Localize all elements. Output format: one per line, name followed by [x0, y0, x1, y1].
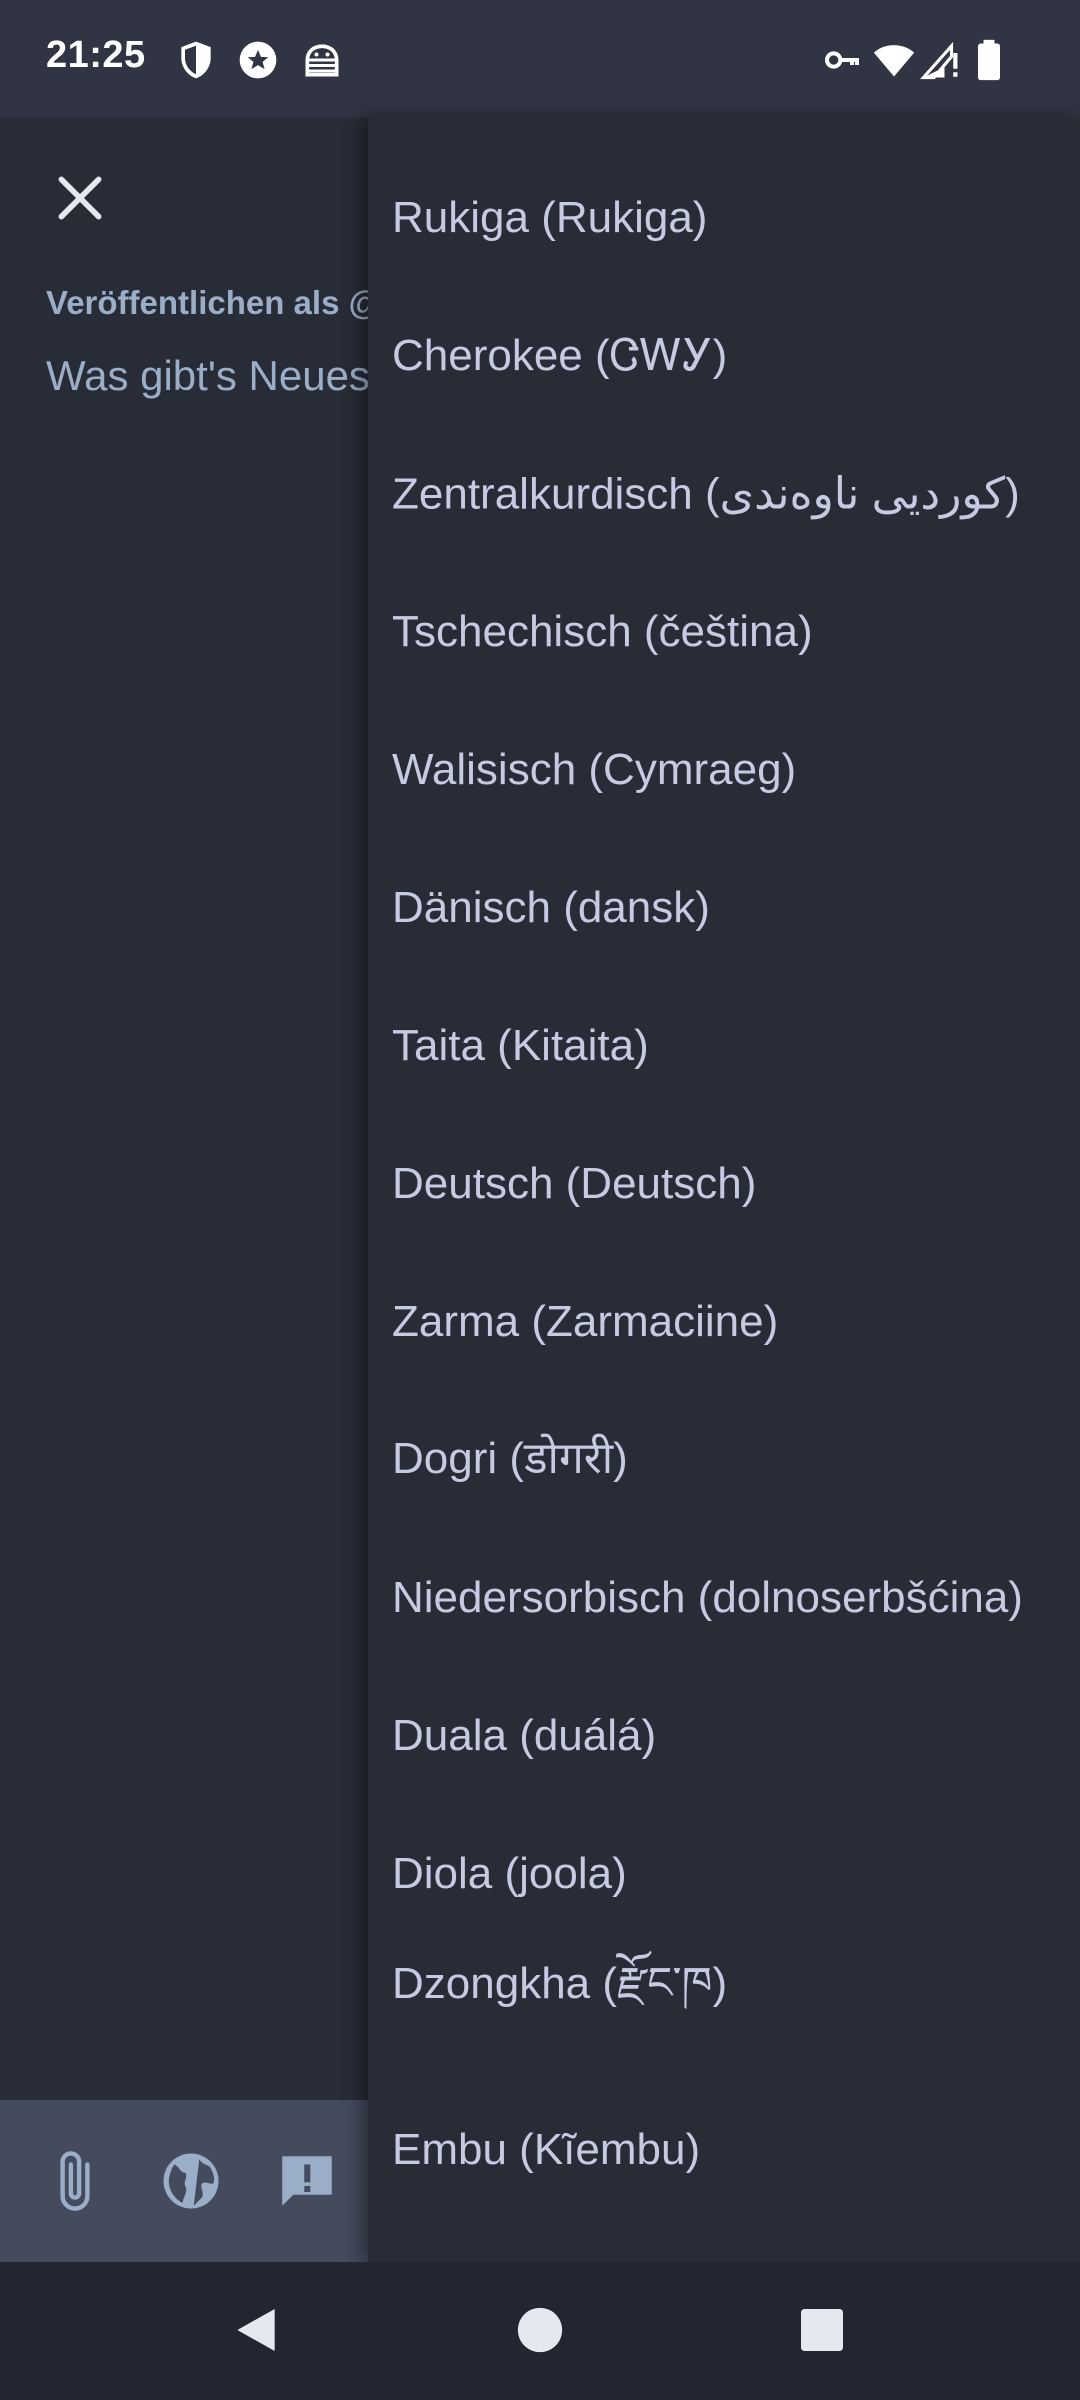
language-option[interactable]: Dänisch (dansk)	[392, 883, 710, 933]
language-option[interactable]: Deutsch (Deutsch)	[392, 1159, 756, 1209]
home-icon[interactable]	[512, 2302, 568, 2358]
close-icon[interactable]	[52, 170, 108, 226]
shield-icon	[174, 38, 218, 82]
recents-icon[interactable]	[794, 2302, 850, 2358]
language-option[interactable]: Walisisch (Cymraeg)	[392, 745, 796, 795]
language-option[interactable]: Zarma (Zarmaciine)	[392, 1297, 778, 1347]
vpn-key-icon	[822, 38, 862, 82]
language-option[interactable]: Duala (duálá)	[392, 1711, 656, 1761]
language-option[interactable]: Dogri (डोगरी)	[392, 1426, 628, 1486]
android-debug-icon	[300, 38, 344, 82]
language-option[interactable]: Diola (joola)	[392, 1849, 627, 1899]
attach-icon[interactable]	[42, 2148, 108, 2214]
wifi-icon	[870, 38, 918, 82]
content-warning-icon[interactable]	[274, 2148, 340, 2214]
screen: 21:25 Veröffentlichen als @ Was gibt's N…	[0, 0, 1080, 2400]
publish-as-label: Veröffentlichen als @	[46, 284, 381, 321]
signal-icon	[919, 38, 962, 82]
compose-text-input[interactable]: Was gibt's Neues?	[46, 352, 393, 400]
status-time: 21:25	[46, 34, 146, 76]
language-option[interactable]: Dzongkha (རྫོང་ཁ)	[392, 1934, 727, 2058]
status-bar: 21:25	[0, 0, 1080, 118]
language-option[interactable]: Embu (Kĩembu)	[392, 2125, 700, 2175]
language-option[interactable]: Tschechisch (čeština)	[392, 607, 813, 657]
globe-icon[interactable]	[158, 2148, 224, 2214]
back-icon[interactable]	[228, 2302, 284, 2358]
star-badge-icon	[236, 38, 280, 82]
language-option[interactable]: Taita (Kitaita)	[392, 1021, 649, 1071]
battery-icon	[974, 38, 1004, 82]
language-option[interactable]: Zentralkurdisch (کوردیی ناوەندی)	[392, 469, 1020, 520]
language-menu: Rukiga (Rukiga) Cherokee (ᏣᎳᎩ) Zentralku…	[368, 118, 1080, 2262]
language-option[interactable]: Cherokee (ᏣᎳᎩ)	[392, 331, 727, 381]
language-option[interactable]: Rukiga (Rukiga)	[392, 193, 707, 243]
language-option[interactable]: Niedersorbisch (dolnoserbšćina)	[392, 1573, 1023, 1623]
